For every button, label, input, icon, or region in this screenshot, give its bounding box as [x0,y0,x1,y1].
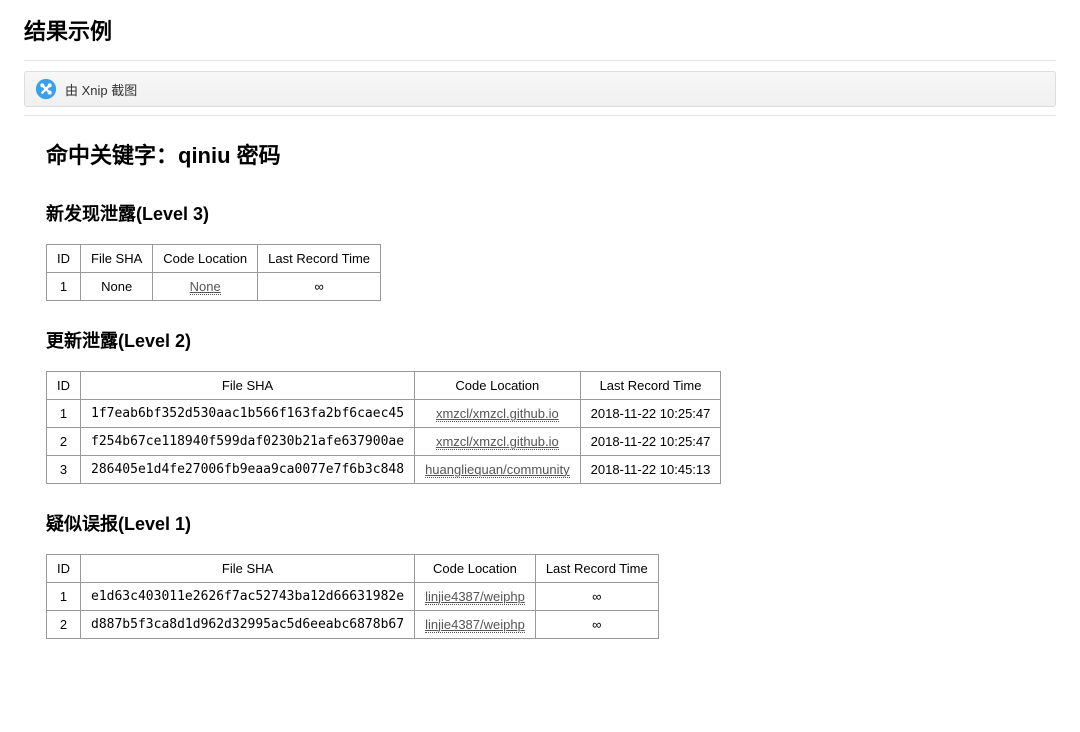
table-level3: ID File SHA Code Location Last Record Ti… [46,244,381,301]
cell-time: 2018-11-22 10:25:47 [580,400,721,428]
keyword-title: 命中关键字：qiniu 密码 [46,138,1034,170]
divider [24,60,1056,61]
cell-loc: huangliequan/community [415,456,581,484]
cell-id: 1 [47,273,81,301]
cell-sha: f254b67ce118940f599daf0230b21afe637900ae [81,428,415,456]
cell-sha: e1d63c403011e2626f7ac52743ba12d66631982e [81,583,415,611]
table-row: 1 1f7eab6bf352d530aac1b566f163fa2bf6caec… [47,400,721,428]
table-row: 2 d887b5f3ca8d1d962d32995ac5d6eeabc6878b… [47,611,659,639]
cell-sha: None [81,273,153,301]
xnip-logo-icon [35,78,57,100]
xnip-banner: 由 Xnip 截图 [24,71,1056,107]
code-location-link[interactable]: linjie4387/weiphp [425,589,525,605]
col-sha: File SHA [81,245,153,273]
col-sha: File SHA [81,372,415,400]
code-location-link[interactable]: xmzcl/xmzcl.github.io [436,434,559,450]
cell-time: ∞ [535,611,658,639]
section-title-level3: 新发现泄露(Level 3) [46,200,1034,226]
code-location-link[interactable]: huangliequan/community [425,462,570,478]
table-header-row: ID File SHA Code Location Last Record Ti… [47,245,381,273]
col-time: Last Record Time [258,245,381,273]
col-time: Last Record Time [580,372,721,400]
table-row: 1 e1d63c403011e2626f7ac52743ba12d6663198… [47,583,659,611]
table-row: 3 286405e1d4fe27006fb9eaa9ca0077e7f6b3c8… [47,456,721,484]
cell-id: 3 [47,456,81,484]
cell-loc: linjie4387/weiphp [415,583,536,611]
col-loc: Code Location [415,372,581,400]
table-header-row: ID File SHA Code Location Last Record Ti… [47,372,721,400]
page-title: 结果示例 [24,14,1056,46]
cell-loc: xmzcl/xmzcl.github.io [415,400,581,428]
col-id: ID [47,555,81,583]
table-header-row: ID File SHA Code Location Last Record Ti… [47,555,659,583]
cell-time: 2018-11-22 10:45:13 [580,456,721,484]
col-id: ID [47,245,81,273]
cell-id: 2 [47,611,81,639]
code-location-link[interactable]: linjie4387/weiphp [425,617,525,633]
table-level2: ID File SHA Code Location Last Record Ti… [46,371,721,484]
table-row: 1 None None ∞ [47,273,381,301]
section-title-level2: 更新泄露(Level 2) [46,327,1034,353]
xnip-banner-text: 由 Xnip 截图 [65,80,137,99]
col-loc: Code Location [415,555,536,583]
cell-time: ∞ [258,273,381,301]
cell-loc: None [153,273,258,301]
cell-id: 1 [47,400,81,428]
report-content: 命中关键字：qiniu 密码 新发现泄露(Level 3) ID File SH… [24,116,1056,667]
code-location-link[interactable]: None [190,279,221,295]
cell-sha: 286405e1d4fe27006fb9eaa9ca0077e7f6b3c848 [81,456,415,484]
cell-sha: d887b5f3ca8d1d962d32995ac5d6eeabc6878b67 [81,611,415,639]
cell-id: 2 [47,428,81,456]
cell-loc: xmzcl/xmzcl.github.io [415,428,581,456]
cell-loc: linjie4387/weiphp [415,611,536,639]
code-location-link[interactable]: xmzcl/xmzcl.github.io [436,406,559,422]
cell-sha: 1f7eab6bf352d530aac1b566f163fa2bf6caec45 [81,400,415,428]
section-title-level1: 疑似误报(Level 1) [46,510,1034,536]
col-id: ID [47,372,81,400]
table-level1: ID File SHA Code Location Last Record Ti… [46,554,659,639]
col-sha: File SHA [81,555,415,583]
cell-time: 2018-11-22 10:25:47 [580,428,721,456]
cell-time: ∞ [535,583,658,611]
cell-id: 1 [47,583,81,611]
table-row: 2 f254b67ce118940f599daf0230b21afe637900… [47,428,721,456]
col-time: Last Record Time [535,555,658,583]
col-loc: Code Location [153,245,258,273]
